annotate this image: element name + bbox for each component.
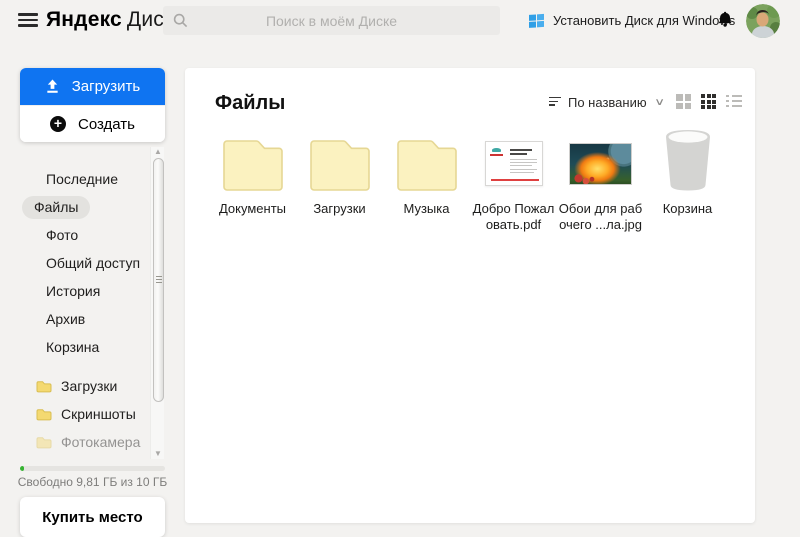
tile-label: Добро Пожал овать.pdf [472,201,555,232]
user-avatar[interactable] [746,4,780,38]
scroll-down-icon[interactable]: ▼ [154,450,162,458]
upload-button-label: Загрузить [71,78,141,95]
scrollbar-thumb[interactable] [152,158,164,402]
sidebar-folder-downloads[interactable]: Загрузки [0,372,150,400]
file-grid: Документы Загрузки Музыка Добро Пожал ов… [209,130,731,233]
sidebar-scrollbar[interactable]: ▲ ▼ [150,147,164,459]
upload-icon [47,79,58,93]
page-title: Файлы [215,92,286,114]
view-switcher [676,94,742,109]
storage-progress-bar [20,466,165,471]
scrollbar-grip [155,276,162,285]
sort-control[interactable]: По названию ∨ [549,95,665,110]
folder-icon [222,140,283,191]
install-disk-label: Установить Диск для Windows [553,12,736,28]
sidebar-folder-screenshots[interactable]: Скриншоты [0,400,150,428]
tile-label: Загрузки [313,201,366,216]
sidebar-item-files[interactable]: Файлы [0,193,150,221]
storage-progress-fill [20,466,25,471]
tile-folder-documents[interactable]: Документы [209,130,296,233]
tile-label: Корзина [662,201,713,216]
sort-label: По названию [568,95,647,110]
tile-trash[interactable]: Корзина [644,130,731,233]
files-panel: Файлы По названию ∨ Документы Загрузки М… [185,68,755,523]
create-button[interactable]: + Создать [20,105,165,142]
pdf-thumbnail [484,141,543,186]
sidebar-item-history[interactable]: История [0,277,150,305]
search-icon [173,13,188,28]
create-button-label: Создать [77,115,135,133]
tile-image-wallpaper[interactable]: Обои для раб очего ...ла.jpg [557,130,644,233]
plus-icon: + [49,116,66,132]
tile-label: Документы [218,201,286,216]
tile-label: Музыка [403,201,450,216]
tile-folder-music[interactable]: Музыка [383,130,470,233]
tile-label: Обои для раб очего ...ла.jpg [558,201,643,232]
logo-brand: Яндекс [46,8,122,31]
sidebar-folder-shortcuts: Загрузки Скриншоты Фотокамера [0,372,150,456]
sort-icon [549,96,561,108]
search-input[interactable] [163,6,500,35]
chevron-down-icon: ∨ [653,97,665,108]
sidebar-action-card: Загрузить + Создать [20,68,165,142]
scroll-up-icon[interactable]: ▲ [154,148,162,156]
windows-icon [529,13,544,28]
sidebar-folder-camera[interactable]: Фотокамера [0,428,150,456]
folder-icon [36,380,52,392]
storage-free-text: Свободно 9,81 ГБ из 10 ГБ [17,475,168,489]
view-small-tiles-button[interactable] [701,94,716,109]
view-list-button[interactable] [726,94,742,109]
folder-icon [396,140,457,191]
sidebar-item-photos[interactable]: Фото [0,221,150,249]
sidebar-item-recent[interactable]: Последние [0,165,150,193]
folder-icon [36,408,52,420]
sidebar-item-archive[interactable]: Архив [0,305,150,333]
tile-pdf-welcome[interactable]: Добро Пожал овать.pdf [470,130,557,233]
upload-button[interactable]: Загрузить [20,68,165,105]
buy-space-label: Купить место [42,508,143,526]
sidebar-item-trash[interactable]: Корзина [0,333,150,361]
notifications-bell-icon[interactable] [716,11,734,34]
image-thumbnail [569,143,632,185]
view-large-tiles-button[interactable] [676,94,691,109]
sidebar-item-shared[interactable]: Общий доступ [0,249,150,277]
app-logo: Яндекс Диск [46,8,173,32]
folder-icon [309,140,370,191]
folder-icon [36,436,52,448]
sidebar-nav: Последние Файлы Фото Общий доступ Истори… [0,165,150,361]
buy-space-button[interactable]: Купить место [20,497,165,537]
trash-bucket-icon [665,130,710,191]
install-disk-link[interactable]: Установить Диск для Windows [528,12,735,28]
menu-icon[interactable] [18,13,38,30]
search-bar[interactable] [163,6,500,35]
tile-folder-downloads[interactable]: Загрузки [296,130,383,233]
